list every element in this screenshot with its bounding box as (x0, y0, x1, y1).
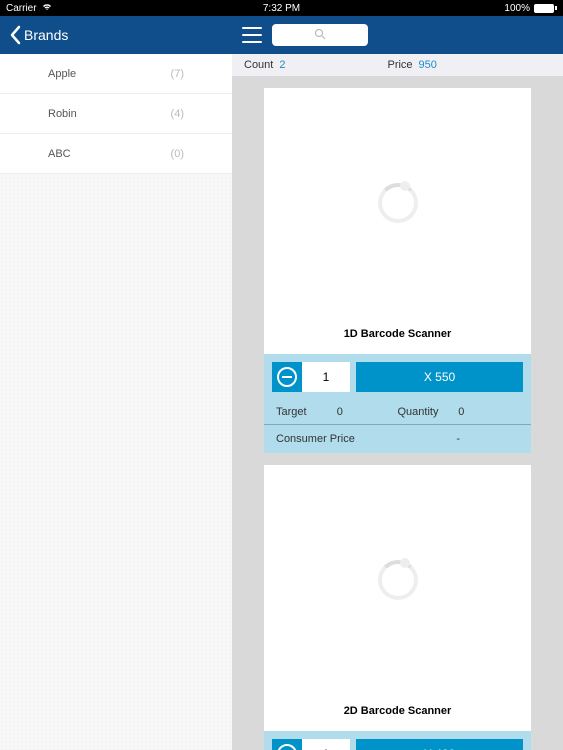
sidebar-title: Brands (24, 27, 68, 43)
quantity-input[interactable]: 1 (302, 362, 350, 392)
carrier-label: Carrier (6, 3, 37, 14)
price-label: Price (387, 59, 412, 71)
consumer-price-row: Consumer Price - (264, 425, 531, 453)
product-action-row: 1 X 400 (264, 731, 531, 750)
loading-spinner-icon (378, 183, 418, 223)
price-value: 950 (419, 59, 437, 71)
brand-item[interactable]: Robin (4) (0, 94, 232, 134)
brand-item[interactable]: Apple (7) (0, 54, 232, 94)
consumer-price-label: Consumer Price (276, 433, 398, 445)
brand-count: (7) (171, 68, 184, 80)
product-card: 1D Barcode Scanner 1 X 550 Target 0 Quan… (264, 88, 531, 453)
quantity-value: 0 (458, 406, 519, 418)
minus-icon (277, 367, 297, 387)
product-title: 1D Barcode Scanner (264, 318, 531, 354)
decrement-button[interactable] (272, 739, 302, 750)
back-chevron-icon[interactable] (8, 25, 22, 45)
battery-icon (534, 4, 557, 13)
status-time: 7:32 PM (263, 3, 300, 14)
search-input[interactable] (272, 24, 368, 46)
price-button[interactable]: X 550 (356, 362, 523, 392)
brand-list: Apple (7) Robin (4) ABC (0) (0, 54, 232, 174)
menu-icon[interactable] (242, 27, 262, 43)
loading-spinner-icon (378, 560, 418, 600)
target-value: 0 (337, 406, 398, 418)
content-pane: Count 2 Price 950 1D Barcode Scanner 1 X… (232, 16, 563, 750)
sidebar: Brands Apple (7) Robin (4) ABC (0) (0, 16, 232, 750)
brand-label: Robin (48, 108, 77, 120)
product-image (264, 465, 531, 695)
wifi-icon (41, 2, 53, 14)
battery-percent: 100% (504, 3, 530, 14)
product-card: 2D Barcode Scanner 1 X 400 (264, 465, 531, 750)
search-icon (314, 28, 326, 43)
target-label: Target (276, 406, 337, 418)
product-action-row: 1 X 550 (264, 354, 531, 400)
brand-label: Apple (48, 68, 76, 80)
product-stats: Target 0 Quantity 0 (264, 400, 531, 425)
summary-bar: Count 2 Price 950 (232, 54, 563, 76)
consumer-price-value: - (398, 433, 520, 445)
price-button[interactable]: X 400 (356, 739, 523, 750)
decrement-button[interactable] (272, 362, 302, 392)
brand-label: ABC (48, 148, 71, 160)
count-value: 2 (279, 59, 285, 71)
status-bar: Carrier 7:32 PM 100% (0, 0, 563, 16)
product-image (264, 88, 531, 318)
count-label: Count (244, 59, 273, 71)
brand-item[interactable]: ABC (0) (0, 134, 232, 174)
content-header (232, 16, 563, 54)
minus-icon (277, 744, 297, 750)
quantity-label: Quantity (398, 406, 459, 418)
sidebar-header[interactable]: Brands (0, 16, 232, 54)
product-scroll[interactable]: 1D Barcode Scanner 1 X 550 Target 0 Quan… (232, 76, 563, 750)
brand-count: (4) (171, 108, 184, 120)
quantity-input[interactable]: 1 (302, 739, 350, 750)
brand-count: (0) (171, 148, 184, 160)
product-title: 2D Barcode Scanner (264, 695, 531, 731)
